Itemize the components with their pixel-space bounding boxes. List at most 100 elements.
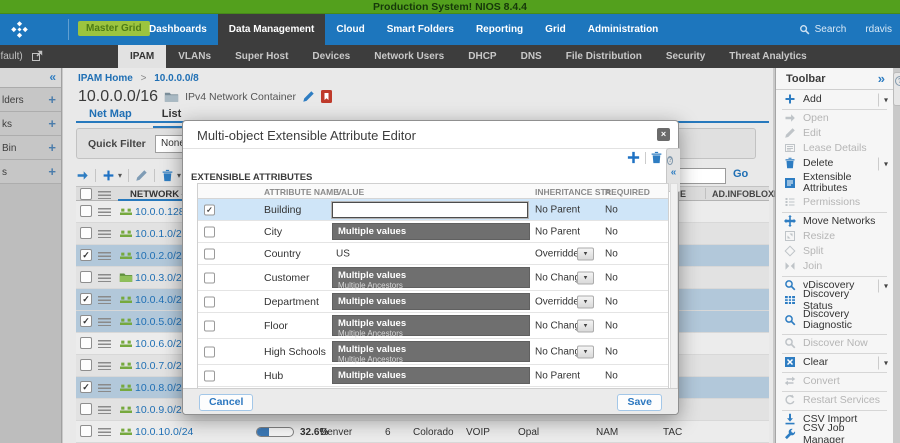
search-label[interactable]: Search: [815, 24, 847, 35]
row-checkbox[interactable]: [80, 205, 92, 217]
tab-ipam[interactable]: IPAM: [118, 45, 166, 68]
inheritance-dropdown-icon[interactable]: [577, 295, 594, 308]
toolbar-item-extensible-attributes[interactable]: Extensible Attributes: [776, 171, 893, 195]
nav-item-cloud[interactable]: Cloud: [325, 14, 375, 45]
attribute-checkbox[interactable]: [204, 346, 215, 357]
network-link[interactable]: 10.0.5.0/24: [135, 316, 188, 328]
multiple-values-box[interactable]: Multiple values: [332, 223, 530, 240]
toolbar-item-add[interactable]: Add▾: [776, 92, 893, 107]
goto-icon[interactable]: [76, 169, 89, 182]
row-drag-handle-icon[interactable]: [98, 252, 111, 260]
dropdown-caret-icon[interactable]: ▾: [878, 356, 890, 369]
save-button[interactable]: Save: [617, 394, 662, 411]
row-drag-handle-icon[interactable]: [98, 208, 111, 216]
row-drag-handle-icon[interactable]: [98, 406, 111, 414]
row-drag-handle-icon[interactable]: [98, 296, 111, 304]
add-icon[interactable]: +: [48, 164, 56, 179]
add-icon[interactable]: +: [48, 140, 56, 155]
column-truncated[interactable]: E: [680, 189, 686, 199]
add-icon[interactable]: [102, 169, 115, 182]
multiple-values-box[interactable]: Multiple valuesMultiple Ancestors: [332, 315, 530, 336]
toolbar-item-csv-job-manager[interactable]: CSV Job Manager: [776, 427, 893, 442]
network-link[interactable]: 10.0.1.0/24: [135, 228, 188, 240]
nav-item-data-management[interactable]: Data Management: [218, 14, 326, 45]
row-drag-handle-icon[interactable]: [98, 230, 111, 238]
tab-devices[interactable]: Devices: [300, 45, 362, 68]
dropdown-caret-icon[interactable]: ▾: [878, 93, 890, 106]
breadcrumb-parent-network[interactable]: 10.0.0.0/8: [154, 73, 198, 84]
toolbar-item-delete[interactable]: Delete▾: [776, 156, 893, 171]
row-drag-handle-icon[interactable]: [98, 428, 111, 436]
attribute-checkbox[interactable]: ✓: [204, 204, 215, 215]
network-link[interactable]: 10.0.6.0/24: [135, 338, 188, 350]
column-value[interactable]: VALUE: [336, 187, 364, 197]
nav-item-reporting[interactable]: Reporting: [465, 14, 534, 45]
attribute-checkbox[interactable]: [204, 248, 215, 259]
column-required[interactable]: REQUIRED: [605, 187, 650, 197]
close-icon[interactable]: [657, 128, 670, 141]
row-drag-handle-icon[interactable]: [98, 274, 111, 282]
row-checkbox[interactable]: [80, 271, 92, 283]
row-drag-handle-icon[interactable]: [98, 384, 111, 392]
breadcrumb-ipam-home[interactable]: IPAM Home: [78, 73, 133, 84]
attribute-checkbox[interactable]: [204, 370, 215, 381]
toolbar-item-move-networks[interactable]: Move Networks: [776, 214, 893, 229]
expand-toolbar-icon[interactable]: [878, 71, 885, 86]
column-inheritance-state[interactable]: INHERITANCE STA..: [535, 187, 616, 197]
tab-net-map[interactable]: Net Map: [89, 108, 132, 122]
collapse-panel-icon[interactable]: [49, 70, 56, 84]
attribute-checkbox[interactable]: [204, 272, 215, 283]
toolbar-item-clear[interactable]: Clear▾: [776, 355, 893, 370]
left-panel-item[interactable]: s+: [0, 160, 61, 184]
network-link[interactable]: 10.0.0.128/: [135, 206, 188, 218]
tab-dns[interactable]: DNS: [509, 45, 554, 68]
delete-dropdown-caret-icon[interactable]: [177, 171, 181, 180]
network-link[interactable]: 10.0.4.0/24: [135, 294, 188, 306]
nav-item-dashboards[interactable]: Dashboards: [138, 14, 218, 45]
network-link[interactable]: 10.0.3.0/24: [135, 272, 188, 284]
attribute-checkbox[interactable]: [204, 296, 215, 307]
multiple-values-box[interactable]: Multiple valuesMultiple Ancestors: [332, 341, 530, 362]
dropdown-caret-icon[interactable]: ▾: [878, 157, 890, 170]
network-link[interactable]: 10.0.10.0/24: [135, 426, 193, 438]
edit-pencil-icon[interactable]: [302, 90, 315, 103]
add-dropdown-caret-icon[interactable]: [118, 171, 122, 180]
attribute-checkbox[interactable]: [204, 226, 215, 237]
attribute-checkbox[interactable]: [204, 320, 215, 331]
attribute-value-input[interactable]: [332, 202, 528, 218]
left-panel-item[interactable]: ks+: [0, 112, 61, 136]
row-checkbox[interactable]: ✓: [80, 315, 92, 327]
help-panel-tab[interactable]: [893, 72, 900, 106]
tab-threat-analytics[interactable]: Threat Analytics: [717, 45, 818, 68]
tab-vlans[interactable]: VLANs: [166, 45, 223, 68]
external-link-icon[interactable]: [31, 50, 43, 62]
tab-security[interactable]: Security: [654, 45, 717, 68]
row-drag-handle-icon[interactable]: [98, 318, 111, 326]
left-panel-item[interactable]: lders+: [0, 88, 61, 112]
toolbar-item-discovery-diagnostic[interactable]: Discovery Diagnostic: [776, 308, 893, 332]
row-checkbox[interactable]: ✓: [80, 381, 92, 393]
inheritance-dropdown-icon[interactable]: [577, 319, 594, 332]
bookmark-icon[interactable]: [321, 90, 332, 103]
tab-dhcp[interactable]: DHCP: [456, 45, 508, 68]
inheritance-dropdown-icon[interactable]: [577, 271, 594, 284]
multiple-values-box[interactable]: Multiple values: [332, 367, 530, 384]
delete-icon[interactable]: [161, 169, 174, 182]
row-drag-handle-icon[interactable]: [98, 340, 111, 348]
nav-item-smart-folders[interactable]: Smart Folders: [376, 14, 465, 45]
network-link[interactable]: 10.0.8.0/24: [135, 382, 188, 394]
cancel-button[interactable]: Cancel: [199, 394, 253, 411]
network-link[interactable]: 10.0.2.0/24: [135, 250, 188, 262]
table-scrollbar[interactable]: [670, 183, 678, 390]
multiple-values-box[interactable]: Multiple values: [332, 293, 530, 310]
row-checkbox[interactable]: [80, 425, 92, 437]
toolbar-item-discovery-status[interactable]: Discovery Status: [776, 293, 893, 308]
add-icon[interactable]: +: [48, 92, 56, 107]
delete-attribute-icon[interactable]: [650, 151, 663, 164]
inheritance-dropdown-icon[interactable]: [577, 345, 594, 358]
select-all-checkbox[interactable]: [80, 188, 92, 200]
user-menu[interactable]: rdavis: [865, 24, 892, 35]
add-attribute-icon[interactable]: [626, 150, 641, 165]
multiple-values-box[interactable]: Multiple valuesMultiple Ancestors: [332, 267, 530, 288]
row-checkbox[interactable]: [80, 403, 92, 415]
